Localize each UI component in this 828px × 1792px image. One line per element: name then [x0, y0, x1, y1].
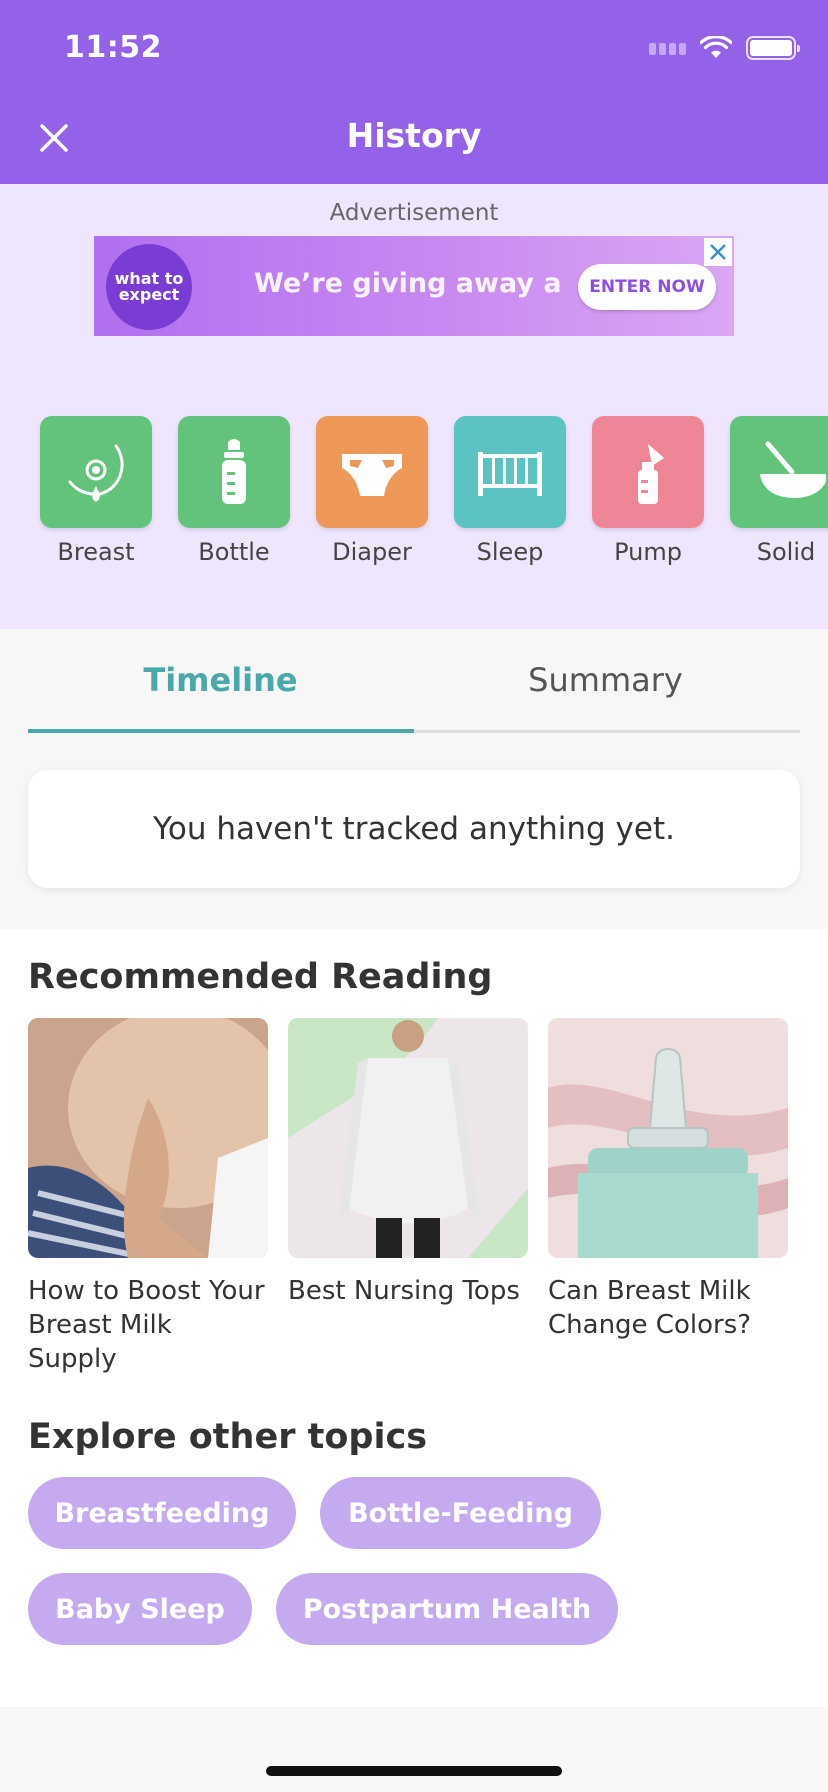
app-header: 11:52 History — [0, 0, 828, 184]
empty-state-text: You haven't tracked anything yet. — [153, 811, 675, 847]
article-title: Can Breast Milk Change Colors? — [548, 1276, 752, 1340]
tracker-label: Breast — [57, 538, 135, 566]
topic-chip-postpartum-health[interactable]: Postpartum Health — [276, 1573, 618, 1645]
ad-label: Advertisement — [329, 200, 499, 226]
content-section: Recommended Reading How to Boost Your Br… — [0, 929, 828, 1707]
tab-active-indicator — [28, 729, 414, 733]
article-title: Best Nursing Tops — [288, 1276, 520, 1306]
empty-state-card: You haven't tracked anything yet. — [28, 770, 800, 888]
article-card[interactable]: How to Boost Your Breast Milk Supply — [28, 1018, 268, 1376]
diaper-icon — [342, 454, 402, 496]
article-image — [288, 1018, 528, 1258]
home-indicator — [266, 1766, 562, 1776]
topic-chip-baby-sleep[interactable]: Baby Sleep — [28, 1573, 252, 1645]
tracker-panel: Advertisement what to expect We’re givin… — [0, 184, 828, 629]
tracker-row: Breast Bottle Diaper Sleep Pump Solid — [40, 416, 828, 566]
tracker-tile — [592, 416, 704, 528]
tracker-label: Bottle — [198, 538, 270, 566]
tracker-tile — [730, 416, 828, 528]
article-title: How to Boost Your Breast Milk Supply — [28, 1276, 265, 1374]
topic-chip-breastfeeding[interactable]: Breastfeeding — [28, 1477, 296, 1549]
tracker-tile — [40, 416, 152, 528]
battery-icon — [746, 36, 800, 60]
article-list: How to Boost Your Breast Milk Supply Bes… — [28, 1018, 788, 1376]
history-tabs-section: Timeline Summary You haven't tracked any… — [0, 629, 828, 929]
tracker-label: Solid — [756, 538, 816, 566]
crib-icon — [478, 452, 542, 496]
ad-logo: what to expect — [106, 244, 192, 330]
close-icon — [710, 244, 726, 260]
article-image — [548, 1018, 788, 1258]
tracker-label: Diaper — [332, 538, 412, 566]
ad-text: We’re giving away a — [254, 268, 562, 299]
tracker-pump[interactable]: Pump — [592, 416, 704, 566]
article-image — [28, 1018, 268, 1258]
ad-close-button[interactable] — [704, 238, 732, 266]
tab-summary[interactable]: Summary — [413, 661, 798, 699]
breast-icon — [68, 444, 124, 502]
status-time: 11:52 — [64, 30, 162, 65]
tracker-tile — [316, 416, 428, 528]
article-card[interactable]: Best Nursing Tops — [288, 1018, 528, 1376]
topic-chip-bottle-feeding[interactable]: Bottle-Feeding — [320, 1477, 601, 1549]
explore-topics-title: Explore other topics — [28, 1417, 428, 1457]
tracker-label: Pump — [614, 538, 682, 566]
tracker-breast[interactable]: Breast — [40, 416, 152, 566]
ad-enter-now-button[interactable]: ENTER NOW — [578, 264, 716, 310]
pump-icon — [638, 444, 664, 504]
signal-icon — [649, 41, 686, 55]
ad-banner[interactable]: what to expect We’re giving away a ENTER… — [94, 236, 734, 336]
tracker-diaper[interactable]: Diaper — [316, 416, 428, 566]
bottle-icon — [222, 439, 246, 504]
bowl-icon — [760, 441, 826, 498]
tab-timeline[interactable]: Timeline — [28, 661, 413, 699]
wifi-icon — [700, 36, 732, 58]
recommended-reading-title: Recommended Reading — [28, 957, 493, 997]
tracker-tile — [454, 416, 566, 528]
status-icons — [649, 36, 800, 60]
article-card[interactable]: Can Breast Milk Change Colors? — [548, 1018, 788, 1376]
tracker-tile — [178, 416, 290, 528]
tracker-label: Sleep — [476, 538, 544, 566]
tracker-solid[interactable]: Solid — [730, 416, 828, 566]
tracker-sleep[interactable]: Sleep — [454, 416, 566, 566]
page-title: History — [346, 116, 482, 155]
tracker-bottle[interactable]: Bottle — [178, 416, 290, 566]
